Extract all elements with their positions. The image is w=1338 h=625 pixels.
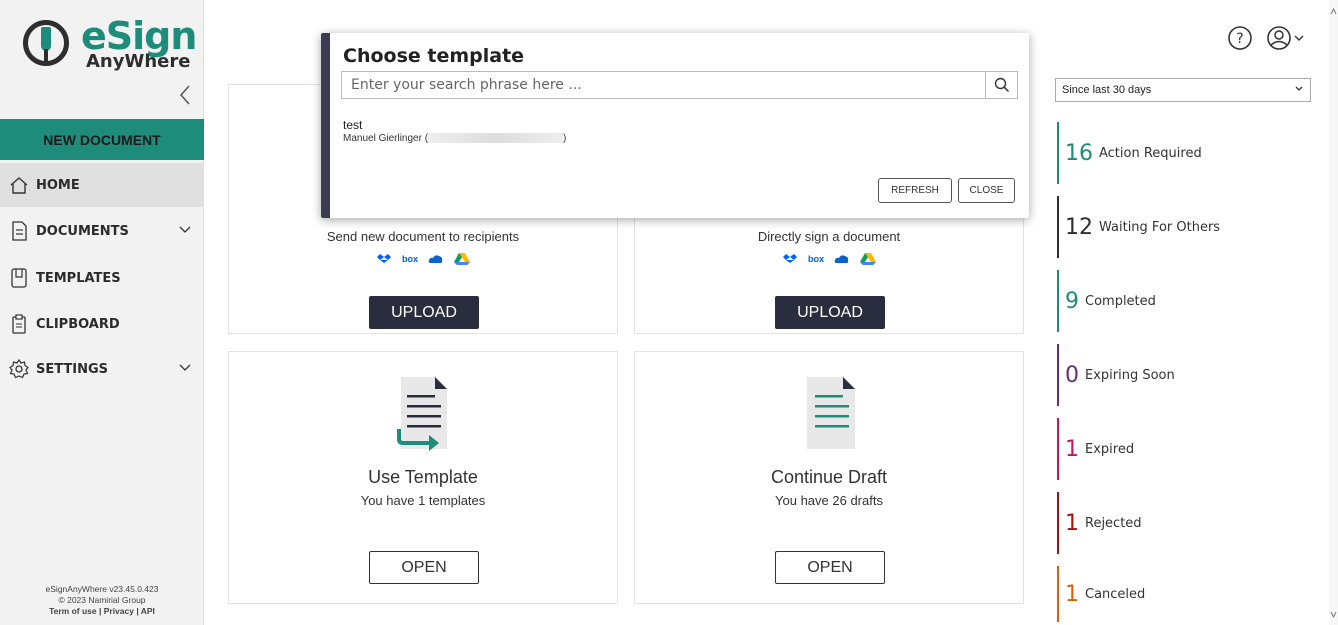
chevron-down-icon[interactable] <box>178 361 192 376</box>
template-document-icon <box>397 377 451 458</box>
template-search-box <box>341 71 1018 99</box>
sidebar-item-label: SETTINGS <box>36 361 109 377</box>
stat-count: 9 <box>1065 288 1079 314</box>
logo-sub-text: AnyWhere <box>86 51 191 72</box>
card-title: Continue Draft <box>770 467 888 487</box>
sidebar-item-templates[interactable]: TEMPLATES <box>0 256 204 300</box>
stat-count: 1 <box>1065 510 1079 536</box>
template-item-owner: Manuel Gierlinger () <box>343 133 566 144</box>
footer-links[interactable]: Term of use | Privacy | API <box>0 606 204 617</box>
period-select-value: Since last 30 days <box>1062 84 1152 96</box>
new-document-button[interactable]: NEW DOCUMENT <box>0 119 204 160</box>
sidebar-item-label: CLIPBOARD <box>36 316 120 332</box>
draft-document-icon <box>805 377 859 458</box>
chevron-down-icon[interactable] <box>178 223 192 238</box>
upload-sign-button[interactable]: UPLOAD <box>775 296 885 329</box>
open-template-button[interactable]: OPEN <box>369 551 479 584</box>
stat-count: 1 <box>1065 581 1079 607</box>
stat-label: Canceled <box>1085 586 1146 602</box>
collapse-sidebar-icon[interactable] <box>178 84 192 111</box>
choose-template-dialog: Choose template test Manuel Gierlinger (… <box>321 33 1029 218</box>
google-drive-icon[interactable] <box>452 252 472 266</box>
period-select[interactable]: Since last 30 days <box>1055 78 1311 102</box>
user-menu-icon[interactable] <box>1266 25 1310 56</box>
sidebar-item-label: HOME <box>36 177 80 193</box>
box-icon[interactable]: box <box>806 252 826 266</box>
help-icon[interactable]: ? <box>1227 25 1253 56</box>
page-scrollbar[interactable] <box>1329 0 1338 625</box>
stat-label: Expired <box>1085 441 1135 457</box>
chevron-down-icon <box>1294 84 1304 96</box>
dropbox-icon[interactable] <box>374 252 394 266</box>
card-subtitle: Send new document to recipients <box>326 229 520 244</box>
sidebar-item-settings[interactable]: SETTINGS <box>0 347 204 391</box>
card-subtitle: You have 26 drafts <box>775 493 883 508</box>
version-text: eSignAnyWhere v23.45.0.423 <box>45 584 159 594</box>
onedrive-icon[interactable] <box>426 252 446 266</box>
stat-action-required[interactable]: 16 Action Required <box>1057 122 1202 184</box>
card-subtitle: Directly sign a document <box>757 229 901 244</box>
stat-count: 1 <box>1065 436 1079 462</box>
stat-completed[interactable]: 9 Completed <box>1057 270 1156 332</box>
use-template-card: Use Template You have 1 templates OPEN <box>228 351 618 604</box>
refresh-button[interactable]: REFRESH <box>878 178 952 203</box>
document-icon <box>8 220 30 242</box>
cloud-sources: box <box>635 252 1023 266</box>
clipboard-icon <box>8 313 30 335</box>
copyright-text: © 2023 Namirial Group <box>58 595 146 605</box>
home-icon <box>8 174 30 196</box>
open-draft-button[interactable]: OPEN <box>775 551 885 584</box>
redacted-email <box>428 133 564 144</box>
logo-pen-icon <box>23 20 69 66</box>
template-item-name[interactable]: test <box>343 118 362 132</box>
dialog-title: Choose template <box>343 45 525 67</box>
search-icon[interactable] <box>985 72 1017 98</box>
gear-icon <box>8 358 30 380</box>
stat-count: 16 <box>1065 140 1093 166</box>
app-logo[interactable]: eSign AnyWhere <box>18 14 198 74</box>
sidebar: eSign AnyWhere NEW DOCUMENT HOME DOCUMEN… <box>0 0 204 625</box>
sidebar-item-label: TEMPLATES <box>36 270 121 286</box>
sidebar-item-documents[interactable]: DOCUMENTS <box>0 209 204 253</box>
box-icon[interactable]: box <box>400 252 420 266</box>
cloud-sources: box <box>229 252 617 266</box>
template-search-input[interactable] <box>342 72 985 98</box>
stat-label: Expiring Soon <box>1085 367 1175 383</box>
continue-draft-card: Continue Draft You have 26 drafts OPEN <box>634 351 1024 604</box>
sidebar-item-label: DOCUMENTS <box>36 223 129 239</box>
stat-waiting-for-others[interactable]: 12 Waiting For Others <box>1057 196 1220 258</box>
onedrive-icon[interactable] <box>832 252 852 266</box>
card-subtitle: You have 1 templates <box>360 493 486 508</box>
stat-label: Action Required <box>1099 145 1202 161</box>
close-button[interactable]: CLOSE <box>958 178 1015 203</box>
stat-count: 12 <box>1065 214 1093 240</box>
stat-canceled[interactable]: 1 Canceled <box>1057 566 1145 622</box>
stat-rejected[interactable]: 1 Rejected <box>1057 492 1142 554</box>
sidebar-item-clipboard[interactable]: CLIPBOARD <box>0 302 204 346</box>
stat-count: 0 <box>1065 362 1079 388</box>
stat-expired[interactable]: 1 Expired <box>1057 418 1134 480</box>
card-title: Use Template <box>368 467 478 487</box>
template-icon <box>8 267 30 289</box>
sidebar-item-home[interactable]: HOME <box>0 163 204 207</box>
svg-text:?: ? <box>1236 31 1243 47</box>
owner-prefix: Manuel Gierlinger ( <box>343 133 429 144</box>
stat-label: Waiting For Others <box>1099 219 1221 235</box>
upload-send-button[interactable]: UPLOAD <box>369 296 479 329</box>
google-drive-icon[interactable] <box>858 252 878 266</box>
stat-label: Completed <box>1085 293 1156 309</box>
dropbox-icon[interactable] <box>780 252 800 266</box>
stat-label: Rejected <box>1085 515 1142 531</box>
owner-suffix: ) <box>563 133 567 144</box>
sidebar-footer: eSignAnyWhere v23.45.0.423 © 2023 Namiri… <box>0 584 204 617</box>
stat-expiring-soon[interactable]: 0 Expiring Soon <box>1057 344 1175 406</box>
